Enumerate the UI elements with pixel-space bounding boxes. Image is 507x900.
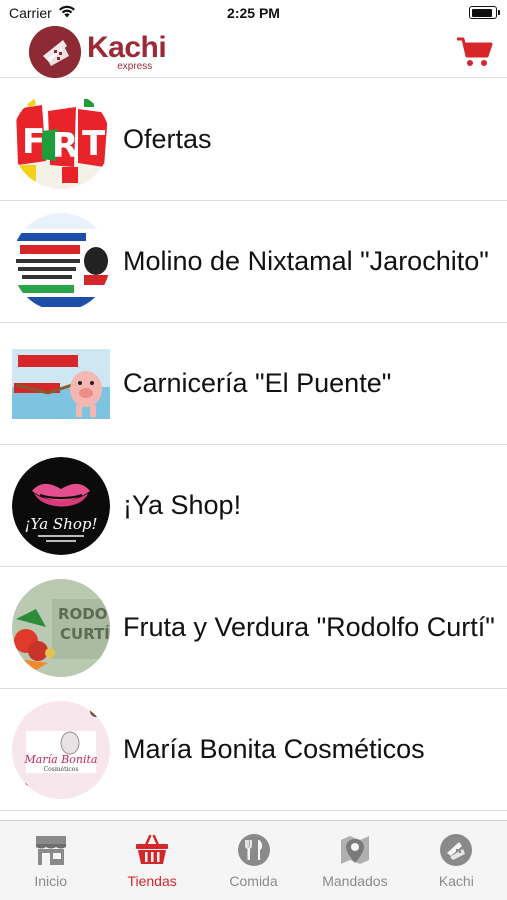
battery-icon [469, 6, 500, 19]
fruta-verdura-logo-image: RODOLF CURTÍ [12, 578, 110, 677]
store-name: Carnicería "El Puente" [123, 368, 392, 398]
app-header: Kachi express [0, 26, 507, 78]
store-name: María Bonita Cosméticos [123, 734, 425, 764]
store-item-molino[interactable]: Molino de Nixtamal "Jarochito" [0, 201, 507, 323]
svg-text:¡Ya Shop!: ¡Ya Shop! [24, 515, 97, 533]
store-list: F R T Ofertas Molino de Nixtamal "Jaroch… [0, 79, 507, 811]
kachi-logo[interactable]: Kachi express [29, 26, 167, 78]
tab-mandados[interactable]: Mandados [304, 821, 405, 900]
tab-comida[interactable]: Comida [203, 821, 304, 900]
svg-text:CURTÍ: CURTÍ [60, 624, 110, 643]
store-name: ¡Ya Shop! [123, 490, 242, 520]
tab-bar: Inicio Tiendas Comida Mandados Kachi [0, 820, 507, 900]
store-item-ya-shop[interactable]: ¡Ya Shop! ¡Ya Shop! [0, 445, 507, 567]
ofertas-banner-image: F R T [12, 90, 110, 189]
kachi-logo-mark-icon [29, 26, 81, 78]
molino-logo-image [12, 212, 110, 311]
svg-text:R: R [52, 126, 78, 166]
tab-label: Inicio [34, 873, 68, 889]
cart-icon [456, 37, 493, 66]
svg-text:F: F [22, 122, 45, 162]
store-item-fruta-verdura[interactable]: RODOLF CURTÍ Fruta y Verdura "Rodolfo Cu… [0, 567, 507, 689]
store-item-maria-bonita[interactable]: María Bonita Cosméticos María Bonita Cos… [0, 689, 507, 811]
tab-tiendas[interactable]: Tiendas [101, 821, 202, 900]
carniceria-logo-image [12, 334, 110, 433]
tab-label: Tiendas [127, 873, 177, 889]
fork-knife-icon [237, 834, 270, 866]
store-name: Ofertas [123, 124, 212, 154]
svg-text:RODOLF: RODOLF [58, 605, 110, 623]
status-bar: Carrier 2:25 PM [0, 0, 507, 26]
tab-label: Mandados [322, 873, 388, 889]
svg-text:T: T [82, 124, 106, 164]
maria-bonita-logo-image: María Bonita Cosméticos [12, 700, 110, 799]
basket-icon [136, 834, 169, 864]
svg-text:María Bonita: María Bonita [24, 753, 98, 766]
cart-button[interactable] [456, 36, 493, 68]
tab-label: Comida [229, 873, 278, 889]
logo-name: Kachi [87, 30, 167, 64]
store-name: Molino de Nixtamal "Jarochito" [123, 246, 489, 276]
tab-label: Kachi [438, 873, 474, 889]
store-name: Fruta y Verdura "Rodolfo Curtí" [123, 612, 495, 642]
store-icon [35, 836, 66, 865]
kachi-rider-icon [440, 834, 473, 866]
ya-shop-logo-image: ¡Ya Shop! [12, 456, 110, 555]
tab-inicio[interactable]: Inicio [0, 821, 101, 900]
map-pin-icon [340, 836, 369, 864]
store-item-ofertas[interactable]: F R T Ofertas [0, 79, 507, 201]
status-time: 2:25 PM [227, 5, 280, 21]
tab-kachi[interactable]: Kachi [406, 821, 507, 900]
store-item-carniceria[interactable]: Carnicería "El Puente" [0, 323, 507, 445]
logo-subtitle: express [117, 60, 153, 72]
svg-text:Cosméticos: Cosméticos [44, 766, 79, 773]
